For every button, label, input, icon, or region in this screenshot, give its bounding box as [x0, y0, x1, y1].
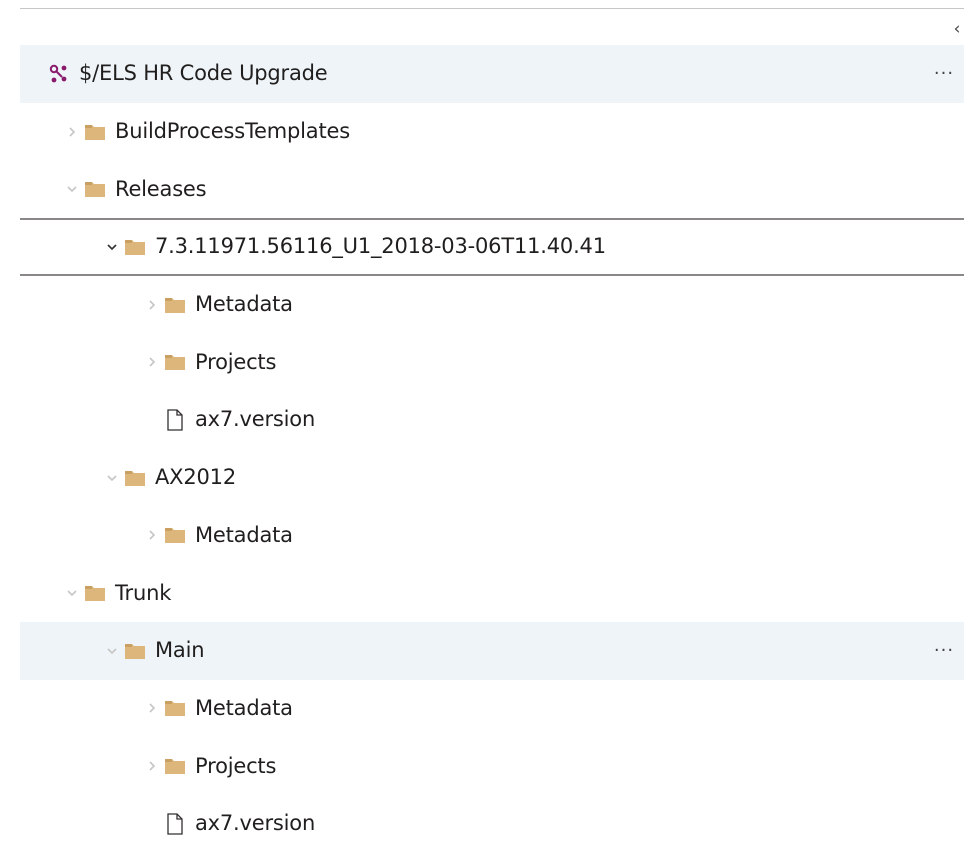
- folder-icon: [164, 294, 186, 316]
- folder-icon: [164, 697, 186, 719]
- tree-item-label: AX2012: [155, 465, 236, 490]
- tree-item-label: ax7.version: [195, 811, 316, 836]
- tree-item-label: Main: [155, 638, 205, 663]
- more-actions-button[interactable]: ···: [930, 639, 958, 663]
- source-tree: $/ELS HR Code Upgrade ··· BuildProcessTemp…: [20, 45, 964, 853]
- tree-folder-item[interactable]: Metadata: [20, 507, 964, 565]
- tree-item-label: Projects: [195, 349, 277, 374]
- tree-file-item[interactable]: ax7.version: [20, 795, 964, 853]
- more-actions-button[interactable]: ···: [930, 62, 958, 86]
- chevron-down-icon[interactable]: [100, 639, 124, 663]
- tree-item-label: Metadata: [195, 695, 293, 720]
- tree-file-item[interactable]: ax7.version: [20, 391, 964, 449]
- tree-item-label: Trunk: [115, 580, 172, 605]
- chevron-down-icon[interactable]: [100, 466, 124, 490]
- chevron-down-icon[interactable]: [60, 581, 84, 605]
- tree-item-label: BuildProcessTemplates: [115, 119, 350, 144]
- tree-folder-item[interactable]: Metadata: [20, 680, 964, 738]
- tree-folder-item[interactable]: Trunk: [20, 564, 964, 622]
- tree-folder-item[interactable]: Projects: [20, 737, 964, 795]
- folder-icon: [124, 236, 146, 258]
- tree-item-label: Projects: [195, 753, 277, 778]
- chevron-right-icon[interactable]: [60, 120, 84, 144]
- tree-root-item[interactable]: $/ELS HR Code Upgrade ···: [20, 45, 964, 103]
- file-icon: [164, 813, 186, 835]
- folder-icon: [84, 121, 106, 143]
- chevron-right-icon[interactable]: [140, 293, 164, 317]
- chevron-right-icon[interactable]: [140, 350, 164, 374]
- folder-icon: [164, 755, 186, 777]
- chevron-right-icon[interactable]: [140, 754, 164, 778]
- tree-item-label: Metadata: [195, 522, 293, 547]
- tree-item-label: Releases: [115, 176, 207, 201]
- tree-item-label: 7.3.11971.56116_U1_2018-03-06T11.40.41: [155, 234, 606, 259]
- file-icon: [164, 409, 186, 431]
- tree-folder-item[interactable]: Main ···: [20, 621, 964, 680]
- collapse-panel-button[interactable]: ‹: [945, 17, 969, 41]
- chevron-right-icon[interactable]: [140, 696, 164, 720]
- tree-folder-item[interactable]: Metadata: [20, 276, 964, 334]
- folder-icon: [84, 582, 106, 604]
- repository-icon: [48, 63, 70, 85]
- tree-item-label: ax7.version: [195, 407, 316, 432]
- folder-icon: [124, 640, 146, 662]
- tree-folder-item[interactable]: Releases: [20, 160, 964, 218]
- folder-icon: [84, 178, 106, 200]
- chevron-left-icon: ‹: [953, 19, 961, 39]
- folder-icon: [164, 524, 186, 546]
- tree-folder-item[interactable]: Projects: [20, 333, 964, 391]
- tree-folder-item[interactable]: 7.3.11971.56116_U1_2018-03-06T11.40.41: [20, 218, 964, 276]
- top-divider: [20, 8, 964, 9]
- chevron-down-icon[interactable]: [100, 235, 124, 259]
- folder-icon: [124, 467, 146, 489]
- folder-icon: [164, 351, 186, 373]
- chevron-down-icon[interactable]: [60, 177, 84, 201]
- tree-folder-item[interactable]: BuildProcessTemplates: [20, 103, 964, 161]
- chevron-right-icon[interactable]: [140, 523, 164, 547]
- tree-item-label: $/ELS HR Code Upgrade: [79, 61, 328, 86]
- tree-folder-item[interactable]: AX2012: [20, 449, 964, 507]
- tree-item-label: Metadata: [195, 292, 293, 317]
